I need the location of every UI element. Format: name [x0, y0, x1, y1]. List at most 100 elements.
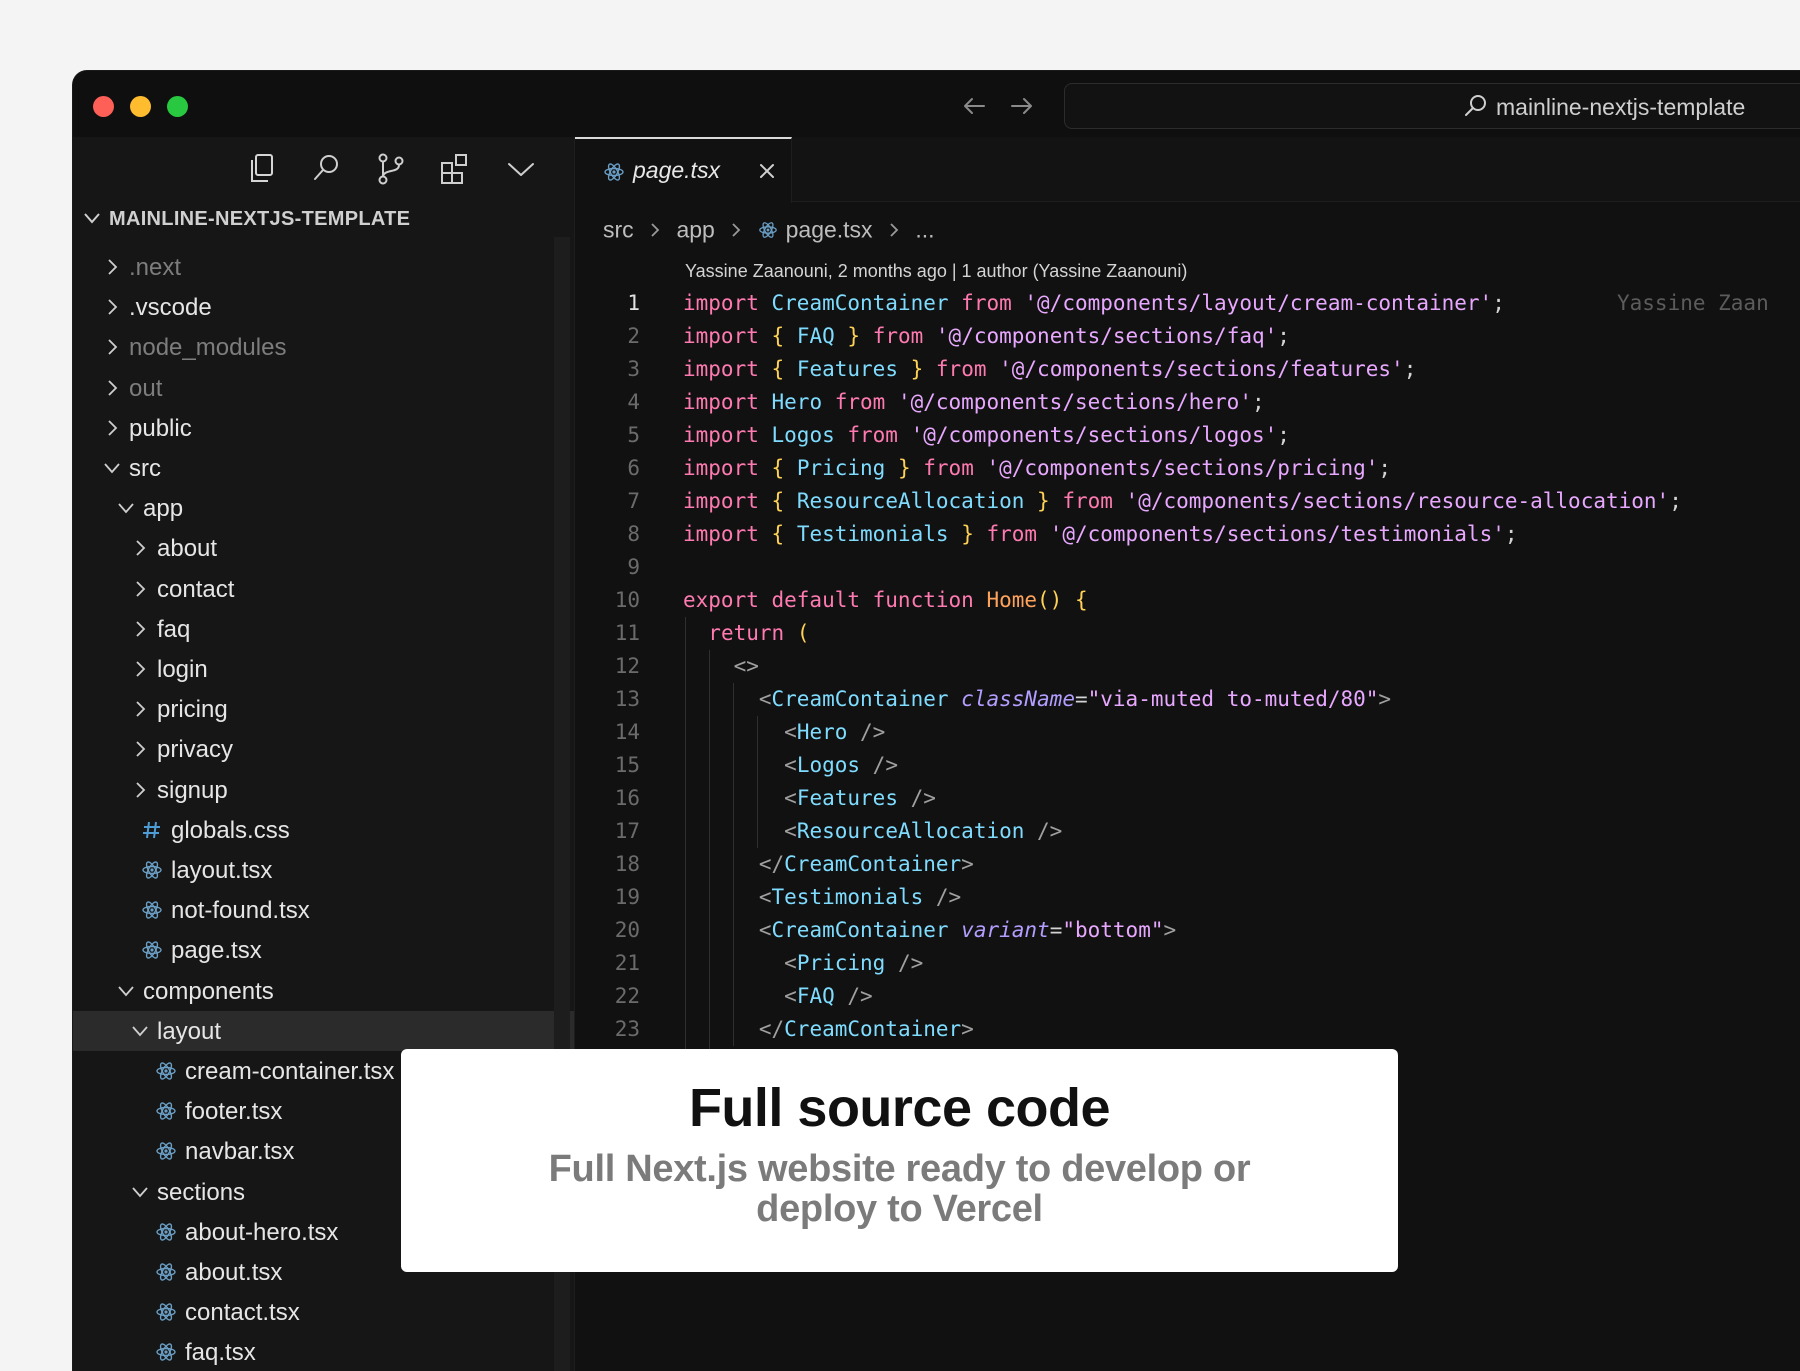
tree-folder[interactable]: .next	[73, 247, 574, 287]
tree-folder[interactable]: signup	[73, 770, 574, 810]
tree-file[interactable]: not-found.tsx	[73, 890, 574, 930]
source-control-icon[interactable]	[371, 149, 411, 189]
code-line[interactable]: 19 <Testimonials />	[575, 881, 1800, 914]
react-icon	[156, 1343, 176, 1362]
tree-folder[interactable]: .vscode	[73, 287, 574, 327]
tree-file[interactable]: faq.tsx	[73, 1332, 574, 1371]
code-token: />	[935, 885, 962, 909]
tree-folder[interactable]: faq	[73, 609, 574, 649]
code-token: FAQ	[796, 984, 848, 1008]
react-icon	[604, 163, 624, 181]
code-token: variant	[961, 918, 1050, 942]
code-line[interactable]: 14 <Hero />	[575, 716, 1800, 749]
tree-item-label: page.tsx	[171, 937, 262, 965]
line-number: 23	[614, 1017, 640, 1041]
tree-file[interactable]: layout.tsx	[73, 850, 574, 890]
command-center-search[interactable]: mainline-nextjs-template	[1064, 83, 1800, 129]
search-view-icon[interactable]	[307, 149, 347, 189]
code-line[interactable]: 12 <>	[575, 650, 1800, 683]
code-text: <Logos />	[683, 753, 898, 777]
line-number: 12	[614, 654, 640, 678]
code-line[interactable]: 5 import Logos from '@/components/section…	[575, 419, 1800, 452]
code-token: >	[961, 852, 974, 876]
breadcrumb-item[interactable]: app	[676, 216, 714, 242]
close-window-button[interactable]	[93, 96, 114, 117]
code-line[interactable]: 3 import { Features } from '@/components/…	[575, 353, 1800, 386]
tree-folder[interactable]: about	[73, 528, 574, 568]
code-line[interactable]: 4 import Hero from '@/components/sections…	[575, 386, 1800, 419]
tree-folder[interactable]: components	[73, 971, 574, 1011]
code-line[interactable]: 22 <FAQ />	[575, 980, 1800, 1013]
close-icon[interactable]	[757, 161, 777, 181]
minimize-window-button[interactable]	[130, 96, 151, 117]
code-line[interactable]: 16 <Features />	[575, 782, 1800, 815]
code-line[interactable]: 2 import { FAQ } from '@/components/secti…	[575, 320, 1800, 353]
code-line[interactable]: 6 import { Pricing } from '@/components/s…	[575, 452, 1800, 485]
css-hash-icon	[143, 821, 160, 838]
codelens-blame[interactable]: Yassine Zaanouni, 2 months ago | 1 autho…	[685, 261, 1187, 282]
react-icon	[156, 1303, 176, 1321]
code-line[interactable]: 17 <ResourceAllocation />	[575, 815, 1800, 848]
line-number: 6	[627, 456, 640, 480]
feature-card: Full source code Full Next.js website re…	[401, 1049, 1398, 1272]
tree-folder[interactable]: node_modules	[73, 327, 574, 367]
chevron-right-icon	[651, 223, 660, 237]
code-line[interactable]: 11 return (	[575, 617, 1800, 650]
line-number: 5	[627, 423, 640, 447]
tree-folder[interactable]: pricing	[73, 689, 574, 729]
more-views-chevron-icon[interactable]	[501, 149, 541, 189]
tree-folder[interactable]: layout	[73, 1010, 574, 1051]
search-icon	[1465, 95, 1486, 116]
zoom-window-button[interactable]	[167, 96, 188, 117]
line-number: 9	[627, 555, 640, 579]
tree-folder[interactable]: app	[73, 488, 574, 528]
code-line[interactable]: 18 </CreamContainer>	[575, 848, 1800, 881]
code-token: <	[784, 753, 797, 777]
code-token: CreamContainer	[784, 852, 962, 876]
code-line[interactable]: 20 <CreamContainer variant="bottom">	[575, 914, 1800, 947]
tree-file[interactable]: page.tsx	[73, 930, 574, 970]
code-line[interactable]: 15 <Logos />	[575, 749, 1800, 782]
tree-folder[interactable]: public	[73, 408, 574, 448]
tree-file[interactable]: globals.css	[73, 810, 574, 850]
code-line[interactable]: 10 export default function Home() {	[575, 584, 1800, 617]
breadcrumb-item[interactable]: page.tsx	[786, 216, 873, 242]
code-token: ResourceAllocation	[796, 819, 1038, 843]
code-line[interactable]: 9	[575, 551, 1800, 584]
code-line[interactable]: 21 <Pricing />	[575, 947, 1800, 980]
chevron-down-icon	[84, 213, 100, 224]
back-arrow-icon[interactable]	[959, 91, 989, 121]
breadcrumb-item[interactable]: ...	[915, 216, 934, 242]
forward-arrow-icon[interactable]	[1007, 91, 1037, 121]
code-line[interactable]: 23 </CreamContainer>	[575, 1013, 1800, 1046]
tree-folder[interactable]: out	[73, 368, 574, 408]
line-number: 22	[614, 984, 640, 1008]
tree-item-label: signup	[157, 776, 228, 804]
tree-folder[interactable]: privacy	[73, 729, 574, 769]
tree-item-label: components	[143, 977, 274, 1005]
breadcrumb-item[interactable]: src	[603, 216, 634, 242]
code-line[interactable]: 8 import { Testimonials } from '@/compone…	[575, 518, 1800, 551]
explorer-files-icon[interactable]	[243, 149, 283, 189]
code-line[interactable]: 13 <CreamContainer className="via-muted …	[575, 683, 1800, 716]
code-token: <	[758, 687, 772, 711]
code-line[interactable]: 7 import { ResourceAllocation } from '@/c…	[575, 485, 1800, 518]
tree-folder[interactable]: login	[73, 649, 574, 689]
code-token: =	[1049, 918, 1063, 942]
tree-folder[interactable]: contact	[73, 569, 574, 609]
react-icon	[156, 1263, 176, 1281]
code-token: Home	[986, 588, 1038, 612]
code-token: ;	[1277, 423, 1290, 447]
tree-file[interactable]: contact.tsx	[73, 1292, 574, 1332]
code-line[interactable]: 1 import CreamContainer from '@/component…	[575, 287, 1800, 320]
extensions-icon[interactable]	[435, 149, 475, 189]
explorer-root-header[interactable]: MAINLINE-NEXTJS-TEMPLATE	[81, 207, 410, 231]
tab-page-tsx[interactable]: page.tsx	[575, 137, 792, 203]
line-number: 16	[614, 786, 640, 810]
code-token: () {	[1037, 588, 1088, 612]
code-token: ;	[1504, 522, 1518, 546]
tree-folder[interactable]: src	[73, 448, 574, 488]
tab-bar: page.tsx	[575, 137, 1800, 203]
